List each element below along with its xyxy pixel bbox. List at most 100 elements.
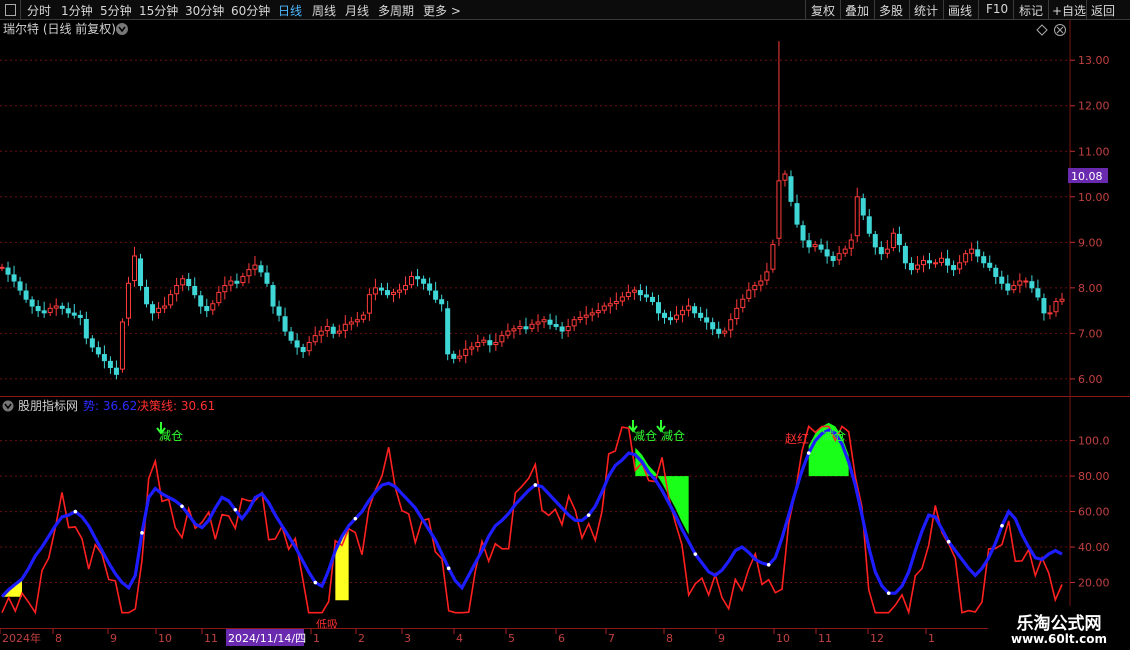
price-tick-label: 9.00 <box>1078 236 1103 249</box>
candle-body <box>752 285 758 291</box>
candle-body <box>421 278 427 284</box>
candle-body <box>631 289 637 293</box>
candle-body <box>234 280 240 284</box>
candle-body <box>288 331 294 341</box>
candle-body <box>348 321 354 325</box>
candle-body <box>601 305 607 311</box>
statistics-button[interactable]: 统计 <box>914 2 938 19</box>
date-label: 11 <box>204 632 218 645</box>
multi-stock-button[interactable]: 多股 <box>879 2 903 19</box>
period-tab-more[interactable]: 更多 > <box>423 2 461 19</box>
candle-body <box>890 232 896 249</box>
candle-body <box>119 321 125 370</box>
candle-body <box>830 255 836 262</box>
toolbar-divider <box>840 0 841 19</box>
candle-body <box>1023 280 1029 283</box>
candle-body <box>704 317 710 323</box>
draw-line-button[interactable]: 画线 <box>948 2 972 19</box>
layout-square-icon[interactable] <box>5 4 16 16</box>
candle-body <box>150 304 156 314</box>
add-watchlist-button[interactable]: +自选 <box>1052 2 1086 19</box>
candle-body <box>728 319 734 331</box>
candle-body <box>493 341 499 346</box>
price-chart[interactable]: 瑞尔特 (日线 前复权) 13.00 12.00 11.00 10.00 9.00 8.0… <box>0 20 1130 396</box>
candle-body <box>788 176 794 202</box>
period-tab-fenshi[interactable]: 分时 <box>27 2 51 19</box>
candle-body <box>156 307 162 313</box>
trend-marker <box>446 566 451 571</box>
date-label: 9 <box>718 632 725 645</box>
candle-body <box>776 180 782 239</box>
toolbar-divider <box>909 0 910 19</box>
overlay-button[interactable]: 叠加 <box>845 2 869 19</box>
adjust-button[interactable]: 复权 <box>811 2 835 19</box>
candle-body <box>324 326 330 332</box>
candle-body <box>132 255 137 282</box>
period-tab-weekly[interactable]: 周线 <box>312 2 336 19</box>
period-tab-multi[interactable]: 多周期 <box>378 2 414 19</box>
candle-body <box>1059 298 1065 302</box>
indicator-chart[interactable]: 股朋指标网 势: 36.62 决策线: 30.61 100.0 80.00 60.0… <box>0 396 1130 628</box>
period-tab-30min[interactable]: 30分钟 <box>185 2 224 19</box>
candle-body <box>1053 301 1059 313</box>
candle-body <box>619 296 625 302</box>
candle-body <box>390 291 396 295</box>
candle-body <box>794 203 800 225</box>
candle-body <box>17 281 23 291</box>
candle-body <box>481 339 487 343</box>
trend-marker <box>1000 523 1004 528</box>
candle-body <box>35 306 41 312</box>
candle-body <box>378 287 384 291</box>
candle-body <box>342 323 348 331</box>
candle-body <box>354 319 360 323</box>
candle-body <box>655 302 661 314</box>
price-tick-label: 10.00 <box>1078 191 1110 204</box>
candle-body <box>5 267 11 275</box>
f10-button[interactable]: F10 <box>986 2 1008 16</box>
candle-body <box>180 278 186 286</box>
candle-body <box>222 285 228 293</box>
trend-marker <box>693 552 698 556</box>
candle-body <box>1017 280 1023 286</box>
back-button[interactable]: 返回 <box>1091 2 1115 19</box>
candle-body <box>240 275 246 284</box>
toolbar-divider <box>874 0 875 19</box>
period-tab-1min[interactable]: 1分钟 <box>61 2 93 19</box>
trend-marker <box>806 451 811 455</box>
period-tab-monthly[interactable]: 月线 <box>345 2 369 19</box>
chevron-down-icon[interactable] <box>116 23 128 35</box>
chevron-down-icon[interactable] <box>2 400 14 412</box>
price-tick-label: 12.00 <box>1078 100 1110 113</box>
candle-body <box>896 233 902 246</box>
trend-marker <box>233 507 238 512</box>
period-tab-60min[interactable]: 60分钟 <box>231 2 270 19</box>
reduce-position-label: 减仓 <box>661 429 685 443</box>
candle-body <box>336 330 342 334</box>
candle-body <box>559 326 565 332</box>
candle-body <box>674 314 680 320</box>
date-cursor-label: 2024/11/14/四 <box>228 632 306 645</box>
candle-body <box>499 335 505 343</box>
period-tab-15min[interactable]: 15分钟 <box>139 2 178 19</box>
period-tab-5min[interactable]: 5分钟 <box>100 2 132 19</box>
candle-body <box>866 216 872 234</box>
indicator-tick-label: 20.00 <box>1078 577 1110 590</box>
candle-body <box>360 314 366 320</box>
candle-body <box>372 287 378 295</box>
candle-body <box>53 305 59 309</box>
candle-body <box>216 291 222 304</box>
candle-body <box>29 299 35 307</box>
candle-body <box>607 303 613 307</box>
candle-body <box>764 271 770 281</box>
candle-body <box>927 260 932 264</box>
candle-body <box>680 310 686 316</box>
candle-body <box>686 305 692 311</box>
candle-body <box>95 347 101 355</box>
candle-body <box>920 260 926 266</box>
trend-marker <box>180 504 184 509</box>
period-tab-daily[interactable]: 日线 <box>278 2 302 19</box>
mark-button[interactable]: 标记 <box>1019 2 1043 19</box>
indicator-tick-label: 60.00 <box>1078 506 1110 519</box>
toolbar-divider <box>943 0 944 19</box>
candle-body <box>878 247 884 255</box>
